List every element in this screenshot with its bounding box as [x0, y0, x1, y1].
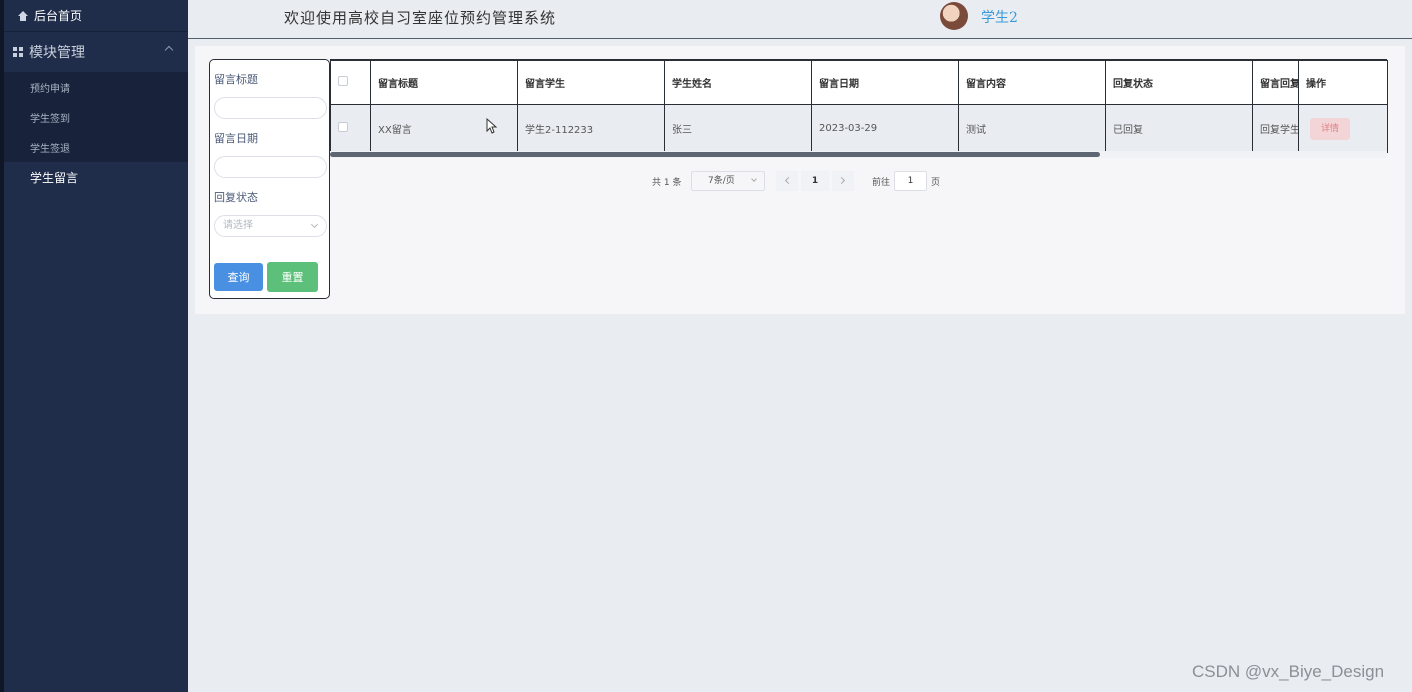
column-header[interactable]: 学生姓名 [664, 60, 812, 105]
cell-status: 已回复 [1105, 104, 1253, 153]
chevron-down-icon [751, 176, 757, 182]
table-header-row: 留言标题 留言学生 学生姓名 留言日期 留言内容 回复状态 留言回复 操作 [330, 60, 1388, 105]
sidebar-submenu: 预约申请 学生签到 学生签退 [4, 72, 188, 162]
date-input[interactable] [214, 156, 327, 178]
pagination-total: 共 1 条 [652, 177, 682, 188]
row-checkbox[interactable] [338, 122, 348, 132]
sidebar-home-label: 后台首页 [34, 9, 83, 23]
page-suffix: 页 [931, 178, 941, 188]
sidebar: 后台首页 模块管理 预约申请 学生签到 学生签退 学生留言 [0, 0, 188, 692]
status-placeholder: 请选择 [223, 220, 253, 231]
page-title: 欢迎使用高校自习室座位预约管理系统 [284, 9, 557, 27]
select-all-cell [330, 60, 371, 105]
page-size-select[interactable]: 7条/页 [691, 171, 765, 191]
title-label: 留言标题 [214, 73, 258, 86]
detail-button[interactable]: 详情 [1310, 117, 1350, 140]
reset-button[interactable]: 重置 [267, 262, 318, 292]
cell-date: 2023-03-29 [811, 104, 959, 153]
status-label: 回复状态 [214, 191, 258, 204]
column-header[interactable]: 留言内容 [958, 60, 1106, 105]
page-size-value: 7条/页 [708, 176, 735, 186]
goto-label: 前往 [872, 178, 891, 188]
query-button[interactable]: 查询 [214, 263, 263, 291]
date-label: 留言日期 [214, 132, 258, 145]
column-header[interactable]: 留言日期 [811, 60, 959, 105]
cell-name: 张三 [664, 104, 812, 153]
sidebar-item-student-message[interactable]: 学生留言 [4, 162, 188, 192]
avatar[interactable] [940, 2, 968, 30]
horizontal-scrollbar[interactable] [330, 152, 1100, 157]
chevron-up-icon [164, 45, 174, 55]
column-header[interactable]: 留言回复 [1252, 60, 1299, 105]
column-header: 操作 [1298, 60, 1388, 105]
search-form: 留言标题 留言日期 回复状态 请选择 查询 重置 [209, 59, 330, 299]
sidebar-item-checkout[interactable]: 学生签退 [4, 132, 188, 162]
cell-student: 学生2-112233 [517, 104, 665, 153]
cell-reply: 回复学生 [1252, 104, 1299, 153]
title-input[interactable] [214, 97, 327, 119]
next-page-button[interactable] [832, 171, 854, 191]
status-select[interactable]: 请选择 [214, 215, 327, 237]
column-header[interactable]: 回复状态 [1105, 60, 1253, 105]
sidebar-item-reservation[interactable]: 预约申请 [4, 72, 188, 102]
row-select-cell [330, 104, 371, 153]
prev-page-button[interactable] [776, 171, 798, 191]
sidebar-item-checkin[interactable]: 学生签到 [4, 102, 188, 132]
username[interactable]: 学生2 [981, 7, 1018, 27]
sidebar-module-label: 模块管理 [29, 45, 85, 61]
column-header[interactable]: 留言学生 [517, 60, 665, 105]
home-icon [18, 10, 28, 21]
cell-action: 详情 [1298, 104, 1388, 153]
watermark: CSDN @vx_Biye_Design [1192, 662, 1385, 681]
chevron-down-icon [310, 220, 319, 229]
cell-content: 测试 [958, 104, 1106, 153]
goto-page-input[interactable]: 1 [894, 171, 927, 191]
page-number-current[interactable]: 1 [801, 171, 829, 191]
select-all-checkbox[interactable] [338, 76, 348, 86]
grid-icon [13, 47, 23, 57]
message-table: 留言标题 留言学生 学生姓名 留言日期 留言内容 回复状态 留言回复 操作 XX… [330, 59, 1388, 158]
sidebar-item-home[interactable]: 后台首页 [4, 0, 188, 32]
header: 欢迎使用高校自习室座位预约管理系统 学生2 [188, 0, 1412, 39]
sidebar-item-module-management[interactable]: 模块管理 [4, 32, 188, 72]
column-header[interactable]: 留言标题 [370, 60, 518, 105]
